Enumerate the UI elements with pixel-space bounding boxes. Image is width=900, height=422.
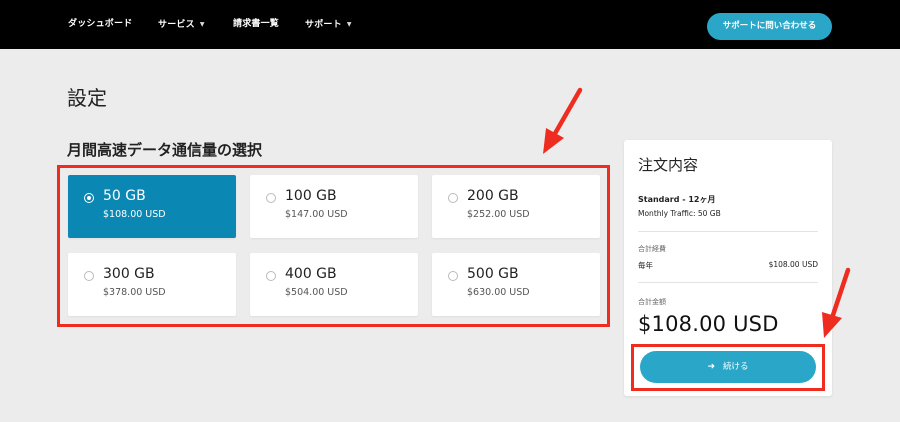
option-capacity: 200 GB bbox=[467, 188, 519, 204]
radio-button[interactable] bbox=[84, 271, 94, 281]
option-capacity: 400 GB bbox=[285, 266, 337, 282]
total-amount: $108.00 USD bbox=[638, 312, 779, 336]
option-200gb[interactable]: 200 GB $252.00 USD bbox=[432, 175, 600, 238]
option-100gb[interactable]: 100 GB $147.00 USD bbox=[250, 175, 418, 238]
summary-title: 注文内容 bbox=[638, 156, 699, 174]
option-price: $147.00 USD bbox=[285, 209, 348, 220]
divider bbox=[638, 282, 818, 283]
plan-traffic: Monthly Traffic: 50 GB bbox=[638, 209, 721, 218]
option-price: $252.00 USD bbox=[467, 209, 530, 220]
option-price: $108.00 USD bbox=[103, 209, 166, 220]
top-nav-bar: ダッシュボード サービス ▼ 請求書一覧 サポート ▼ サポートに問い合わせる bbox=[0, 0, 900, 49]
continue-highlight-box: ➜ 続ける bbox=[631, 344, 825, 391]
billing-period-value: $108.00 USD bbox=[768, 260, 818, 269]
radio-button[interactable] bbox=[448, 271, 458, 281]
option-price: $630.00 USD bbox=[467, 287, 530, 298]
option-price: $378.00 USD bbox=[103, 287, 166, 298]
caret-down-icon: ▼ bbox=[346, 21, 352, 28]
plan-name: Standard - 12ヶ月 bbox=[638, 195, 716, 204]
nav-services-label: サービス bbox=[158, 20, 195, 30]
option-capacity: 100 GB bbox=[285, 188, 337, 204]
option-300gb[interactable]: 300 GB $378.00 USD bbox=[68, 253, 236, 316]
nav-dashboard-label: ダッシュボード bbox=[68, 19, 133, 29]
billing-period-label: 毎年 bbox=[638, 261, 653, 270]
option-price: $504.00 USD bbox=[285, 287, 348, 298]
radio-button[interactable] bbox=[266, 271, 276, 281]
order-summary-card: 注文内容 Standard - 12ヶ月 Monthly Traffic: 50… bbox=[624, 140, 832, 396]
option-capacity: 50 GB bbox=[103, 188, 146, 204]
nav-services[interactable]: サービス ▼ bbox=[158, 0, 205, 49]
total-label: 合計金額 bbox=[638, 298, 666, 306]
option-400gb[interactable]: 400 GB $504.00 USD bbox=[250, 253, 418, 316]
annotation-arrow-options bbox=[543, 87, 583, 154]
nav-invoices[interactable]: 請求書一覧 bbox=[233, 0, 279, 49]
continue-label: 続ける bbox=[723, 362, 749, 372]
radio-button[interactable] bbox=[448, 193, 458, 203]
caret-down-icon: ▼ bbox=[199, 21, 205, 28]
subtotal-label: 合計経費 bbox=[638, 245, 666, 253]
nav-invoices-label: 請求書一覧 bbox=[233, 19, 280, 29]
radio-button[interactable] bbox=[266, 193, 276, 203]
contact-support-button[interactable]: サポートに問い合わせる bbox=[707, 13, 832, 40]
continue-button[interactable]: ➜ 続ける bbox=[640, 351, 816, 383]
section-title: 月間高速データ通信量の選択 bbox=[67, 141, 263, 159]
option-50gb[interactable]: 50 GB $108.00 USD bbox=[68, 175, 236, 238]
arrow-right-icon: ➜ bbox=[707, 362, 716, 372]
option-capacity: 500 GB bbox=[467, 266, 519, 282]
option-500gb[interactable]: 500 GB $630.00 USD bbox=[432, 253, 600, 316]
option-capacity: 300 GB bbox=[103, 266, 155, 282]
nav-support-label: サポート bbox=[305, 20, 342, 30]
page-title: 設定 bbox=[67, 86, 107, 110]
divider bbox=[638, 231, 818, 232]
radio-button[interactable] bbox=[84, 193, 94, 203]
nav-dashboard[interactable]: ダッシュボード bbox=[68, 0, 132, 49]
nav-support[interactable]: サポート ▼ bbox=[305, 0, 352, 49]
